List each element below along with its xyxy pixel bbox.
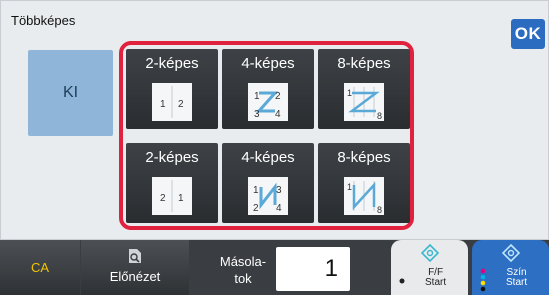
bw-start-label: F/F Start [425, 268, 446, 288]
color-start-line: Start [506, 277, 528, 288]
ok-button[interactable]: OK [511, 19, 545, 49]
option-label: 8-képes [337, 55, 391, 72]
copies-input[interactable]: 1 [276, 247, 350, 291]
bw-dot-icon [399, 268, 405, 293]
color-start-label: Szín Start [506, 268, 527, 288]
preview-button[interactable]: Előnézet [81, 240, 189, 295]
copies-label-line: Másola- [219, 254, 267, 269]
svg-text:8: 8 [377, 205, 382, 215]
option-2-up-reverse[interactable]: 2-képes 2 1 [126, 143, 218, 223]
svg-text:8: 8 [377, 111, 382, 121]
option-label: 8-képes [337, 149, 391, 166]
diamond-start-icon [420, 243, 440, 267]
svg-text:2: 2 [253, 203, 259, 214]
8up-n-order-icon: 1 8 [344, 177, 384, 215]
preview-icon [128, 248, 142, 269]
svg-text:4: 4 [275, 109, 281, 120]
2up-left-right-icon: 1 2 [152, 83, 192, 121]
svg-text:1: 1 [253, 185, 259, 196]
2up-right-left-icon: 2 1 [152, 177, 192, 215]
clear-all-button[interactable]: CA [0, 240, 80, 295]
bw-start-button[interactable]: F/F Start [391, 240, 468, 295]
option-label: 4-képes [241, 55, 295, 72]
color-dots-icon [480, 268, 486, 295]
svg-text:1: 1 [178, 193, 184, 204]
option-label: 2-képes [145, 149, 199, 166]
svg-text:1: 1 [347, 88, 352, 98]
bw-start-line: Start [425, 277, 447, 288]
option-4-up[interactable]: 4-képes 1 2 3 4 [222, 49, 314, 129]
copies-label-line: tok [234, 271, 252, 286]
off-button[interactable]: KI [28, 50, 113, 136]
svg-text:2: 2 [275, 91, 281, 102]
thumb-num: 2 [178, 99, 184, 110]
color-start-button[interactable]: Szín Start [472, 240, 549, 295]
diamond-start-icon [501, 243, 521, 267]
4up-n-order-icon: 1 3 2 4 [248, 177, 288, 215]
svg-text:1: 1 [254, 91, 260, 102]
option-4-up-reverse[interactable]: 4-képes 1 3 2 4 [222, 143, 314, 223]
option-label: 4-képes [241, 149, 295, 166]
svg-text:3: 3 [254, 109, 260, 120]
option-label: 2-képes [145, 55, 199, 72]
8up-z-order-icon: 1 8 [344, 83, 384, 121]
page-title: Többképes [11, 13, 76, 28]
svg-text:4: 4 [276, 203, 282, 214]
4up-z-order-icon: 1 2 3 4 [248, 83, 288, 121]
thumb-num: 1 [160, 99, 166, 110]
preview-label: Előnézet [109, 269, 161, 284]
copies-label: Másola- tok [213, 253, 273, 287]
svg-text:3: 3 [276, 185, 282, 196]
multi-image-panel: Többképes OK KI 2-képes 1 2 4-képes 1 2 … [0, 0, 549, 240]
svg-text:1: 1 [347, 182, 352, 192]
option-8-up[interactable]: 8-képes 1 8 [318, 49, 410, 129]
option-2-up[interactable]: 2-képes 1 2 [126, 49, 218, 129]
option-8-up-reverse[interactable]: 8-képes 1 8 [318, 143, 410, 223]
svg-text:2: 2 [160, 193, 166, 204]
